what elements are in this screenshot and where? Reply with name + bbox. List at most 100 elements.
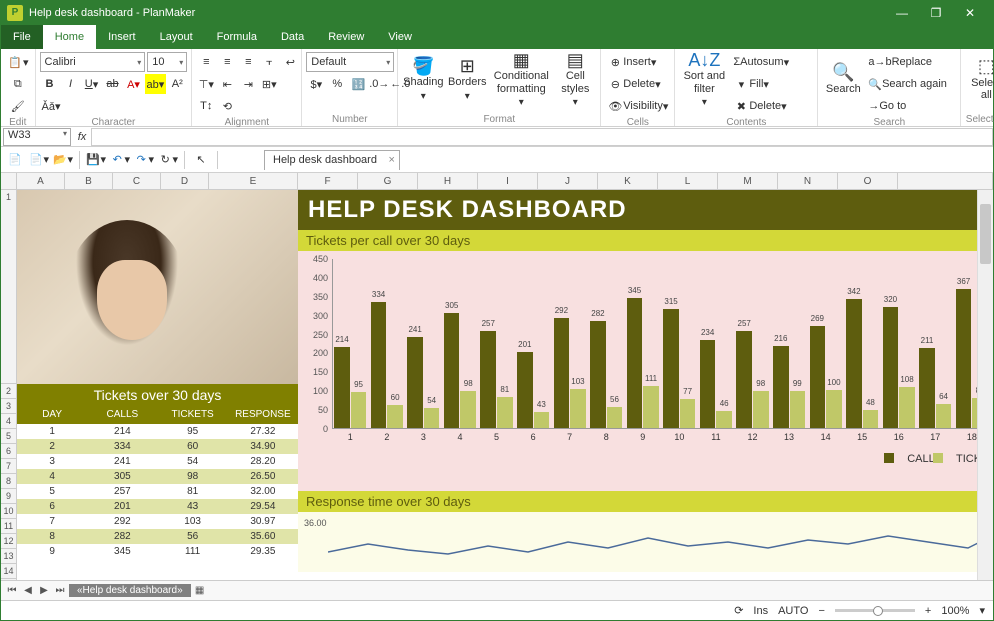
tab-prev-button[interactable]: ◀: [21, 585, 35, 596]
col-header[interactable]: E: [209, 173, 298, 189]
row-header[interactable]: 14: [1, 564, 16, 579]
replace-button[interactable]: a→b Replace: [866, 52, 956, 72]
row-header[interactable]: 5: [1, 429, 16, 444]
paste-button[interactable]: 📋▾: [5, 52, 31, 72]
sort-filter-button[interactable]: A↓ZSort and filter▾: [679, 52, 729, 108]
align-left-button[interactable]: ≡: [196, 52, 216, 72]
qat-new-dropdown[interactable]: 📄▾: [29, 150, 49, 170]
qat-repeat-button[interactable]: ↻▾: [158, 150, 178, 170]
qat-redo-button[interactable]: ↷▾: [134, 150, 154, 170]
qat-undo-button[interactable]: ↶▾: [110, 150, 130, 170]
col-header[interactable]: H: [418, 173, 478, 189]
col-header[interactable]: A: [17, 173, 65, 189]
minimize-button[interactable]: ―: [885, 1, 919, 25]
row-header[interactable]: 1: [1, 190, 16, 384]
autosum-button[interactable]: Σ Autosum ▾: [731, 52, 813, 72]
row-header[interactable]: 2: [1, 384, 16, 399]
row-header[interactable]: 11: [1, 519, 16, 534]
align-top-button[interactable]: ⫟: [259, 52, 279, 72]
refresh-icon[interactable]: ⟳: [734, 604, 743, 617]
zoom-out-button[interactable]: −: [818, 605, 824, 617]
close-button[interactable]: ✕: [953, 1, 987, 25]
strikethrough-button[interactable]: ab: [103, 74, 123, 94]
char-format-button[interactable]: Ǎǎ▾: [40, 96, 63, 116]
row-header[interactable]: 7: [1, 459, 16, 474]
col-header[interactable]: D: [161, 173, 209, 189]
bold-button[interactable]: B: [40, 74, 60, 94]
col-header[interactable]: L: [658, 173, 718, 189]
currency-button[interactable]: $▾: [306, 74, 326, 94]
sheet-tab-active[interactable]: «Help desk dashboard»: [69, 584, 191, 597]
font-color-button[interactable]: A▾: [124, 74, 144, 94]
indent-inc-button[interactable]: ⇥: [238, 74, 258, 94]
select-all-button[interactable]: ⬚Select all: [965, 52, 994, 108]
zoom-dropdown[interactable]: ▾: [979, 604, 985, 617]
maximize-button[interactable]: ❐: [919, 1, 953, 25]
row-header[interactable]: 8: [1, 474, 16, 489]
qat-cursor-button[interactable]: ↖: [191, 150, 211, 170]
tab-add-button[interactable]: ▦: [193, 585, 207, 596]
conditional-formatting-button[interactable]: ▦Conditional formatting▾: [490, 52, 552, 108]
text-direction-button[interactable]: T↕: [196, 96, 216, 116]
align-center-button[interactable]: ≡: [217, 52, 237, 72]
cells-insert-button[interactable]: ⊕Insert ▾: [605, 52, 670, 72]
col-header[interactable]: O: [838, 173, 898, 189]
menu-layout[interactable]: Layout: [148, 25, 205, 49]
fill-button[interactable]: ▾Fill ▾: [731, 74, 813, 94]
font-size-select[interactable]: 10: [147, 52, 187, 72]
qat-open-button[interactable]: 📂▾: [53, 150, 73, 170]
col-header[interactable]: J: [538, 173, 598, 189]
row-header[interactable]: 6: [1, 444, 16, 459]
row-header[interactable]: 15: [1, 579, 16, 580]
cell-reference-input[interactable]: W33: [3, 128, 71, 146]
borders-button[interactable]: ⊞Borders▾: [446, 52, 488, 108]
italic-button[interactable]: I: [61, 74, 81, 94]
goto-button[interactable]: → Go to: [866, 96, 956, 116]
menu-data[interactable]: Data: [269, 25, 316, 49]
col-header[interactable]: K: [598, 173, 658, 189]
tab-next-button[interactable]: ▶: [37, 585, 51, 596]
font-family-select[interactable]: Calibri: [40, 52, 146, 72]
row-header[interactable]: 9: [1, 489, 16, 504]
wrap-text-button[interactable]: ↩: [280, 52, 300, 72]
comma-button[interactable]: 🔢: [348, 74, 368, 94]
row-header[interactable]: 13: [1, 549, 16, 564]
copy-button[interactable]: ⧉: [5, 74, 31, 94]
contents-delete-button[interactable]: ✖Delete ▾: [731, 96, 813, 116]
menu-file[interactable]: File: [1, 25, 43, 49]
qat-save-button[interactable]: 💾▾: [86, 150, 106, 170]
row-header[interactable]: 4: [1, 414, 16, 429]
orientation-button[interactable]: ⟲: [217, 96, 237, 116]
row-header[interactable]: 3: [1, 399, 16, 414]
col-header[interactable]: F: [298, 173, 358, 189]
inc-decimal-button[interactable]: .0→: [369, 74, 389, 94]
qat-new-button[interactable]: 📄: [5, 150, 25, 170]
tab-first-button[interactable]: ⏮: [5, 585, 19, 596]
row-header[interactable]: 10: [1, 504, 16, 519]
indent-dec-button[interactable]: ⇤: [217, 74, 237, 94]
col-header[interactable]: M: [718, 173, 778, 189]
document-tab[interactable]: Help desk dashboard×: [264, 150, 400, 170]
close-tab-icon[interactable]: ×: [389, 154, 395, 166]
zoom-in-button[interactable]: +: [925, 605, 931, 617]
menu-insert[interactable]: Insert: [96, 25, 148, 49]
format-painter-button[interactable]: 🖌: [5, 96, 31, 116]
search-again-button[interactable]: 🔍 Search again: [866, 74, 956, 94]
menu-formula[interactable]: Formula: [205, 25, 269, 49]
fx-button[interactable]: fx: [73, 131, 91, 143]
superscript-button[interactable]: A²: [167, 74, 187, 94]
col-header[interactable]: B: [65, 173, 113, 189]
visibility-button[interactable]: 👁Visibility ▾: [605, 96, 670, 116]
percent-button[interactable]: %: [327, 74, 347, 94]
menu-home[interactable]: Home: [43, 25, 96, 49]
col-header[interactable]: N: [778, 173, 838, 189]
number-format-select[interactable]: Default: [306, 52, 394, 72]
align-right-button[interactable]: ≡: [238, 52, 258, 72]
search-button[interactable]: 🔍Search: [822, 52, 864, 108]
highlight-button[interactable]: ab▾: [145, 74, 167, 94]
zoom-slider[interactable]: [835, 609, 915, 612]
cell-styles-button[interactable]: ▤Cell styles▾: [554, 52, 596, 108]
col-header[interactable]: C: [113, 173, 161, 189]
menu-view[interactable]: View: [376, 25, 424, 49]
valign-top-button[interactable]: ⊤▾: [196, 74, 216, 94]
